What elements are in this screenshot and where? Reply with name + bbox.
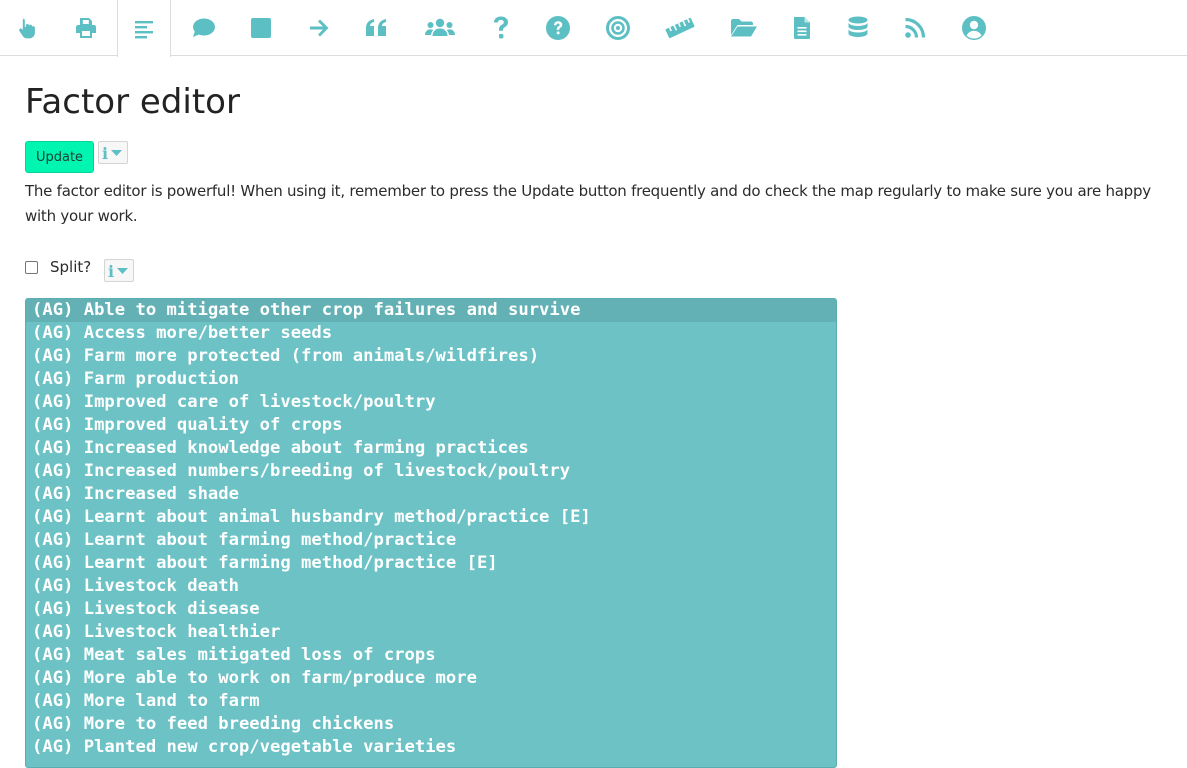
page-title: Factor editor [25,82,240,122]
update-info-dropdown[interactable]: i [98,141,128,164]
factor-item[interactable]: (AG) Learnt about animal husbandry metho… [26,506,836,529]
factor-item[interactable]: (AG) Learnt about farming method/practic… [26,552,836,575]
factor-item[interactable]: (AG) Improved quality of crops [26,414,836,437]
feed-tool[interactable] [888,0,942,56]
info-glyph: i [108,262,114,280]
factor-item[interactable]: (AG) Livestock death [26,575,836,598]
folder-open-icon [731,19,757,37]
account-tool[interactable] [947,0,1001,56]
question-tool[interactable] [474,0,528,56]
bullseye-icon [606,16,630,40]
factor-item[interactable]: (AG) More land to farm [26,690,836,713]
question-icon [494,16,508,39]
comment-tool[interactable] [176,0,230,56]
factor-item[interactable]: (AG) Livestock healthier [26,621,836,644]
users-icon [425,18,455,36]
question-circle-icon [546,16,570,40]
document-tool[interactable] [775,0,829,56]
quote-tool[interactable] [350,0,404,56]
rss-icon [905,17,926,38]
file-text-icon [794,17,810,39]
factor-editor-tool[interactable] [117,0,171,57]
toolbar [0,0,1187,57]
print-icon [76,18,96,38]
split-row: Split? [25,256,91,278]
factor-item[interactable]: (AG) More to feed breeding chickens [26,713,836,736]
users-tool[interactable] [413,0,467,56]
quote-icon [366,19,386,36]
editor-description: The factor editor is powerful! When usin… [25,182,1151,225]
split-label: Split? [50,258,92,276]
factor-item[interactable]: (AG) Increased numbers/breeding of lives… [26,460,836,483]
update-button[interactable]: Update [25,141,94,173]
align-left-icon [135,20,153,38]
hand-pointer-icon [19,18,35,39]
ruler-icon [665,17,695,39]
factor-item[interactable]: (AG) Increased knowledge about farming p… [26,437,836,460]
factor-item[interactable]: (AG) More able to work on farm/produce m… [26,667,836,690]
split-checkbox[interactable] [25,260,38,274]
factor-item[interactable]: (AG) Planted new crop/vegetable varietie… [26,736,836,759]
database-icon [848,16,868,37]
factor-list[interactable]: (AG) Able to mitigate other crop failure… [25,298,837,768]
help-tool[interactable] [531,0,585,56]
target-tool[interactable] [591,0,645,56]
print-tool[interactable] [59,0,113,56]
comment-icon [193,18,215,37]
factor-item[interactable]: (AG) Meat sales mitigated loss of crops [26,644,836,667]
factor-item[interactable]: (AG) Increased shade [26,483,836,506]
pointer-tool[interactable] [1,0,55,56]
factor-item[interactable]: (AG) Livestock disease [26,598,836,621]
factor-item[interactable]: (AG) Able to mitigate other crop failure… [26,299,836,322]
factor-item[interactable]: (AG) Access more/better seeds [26,322,836,345]
factor-item[interactable]: (AG) Farm more protected (from animals/w… [26,345,836,368]
arrow-right-icon [310,19,329,37]
ruler-tool[interactable] [653,0,707,56]
database-tool[interactable] [831,0,885,56]
user-circle-icon [962,16,986,40]
factor-item[interactable]: (AG) Improved care of livestock/poultry [26,391,836,414]
square-icon [251,18,271,38]
square-tool[interactable] [234,0,288,56]
factor-item[interactable]: (AG) Learnt about farming method/practic… [26,529,836,552]
arrow-tool[interactable] [292,0,346,56]
open-tool[interactable] [717,0,771,56]
factor-item[interactable]: (AG) Farm production [26,368,836,391]
info-glyph: i [102,144,108,162]
split-info-dropdown[interactable]: i [104,259,134,282]
info-caret-icon: i [108,262,128,280]
info-caret-icon: i [102,144,122,162]
